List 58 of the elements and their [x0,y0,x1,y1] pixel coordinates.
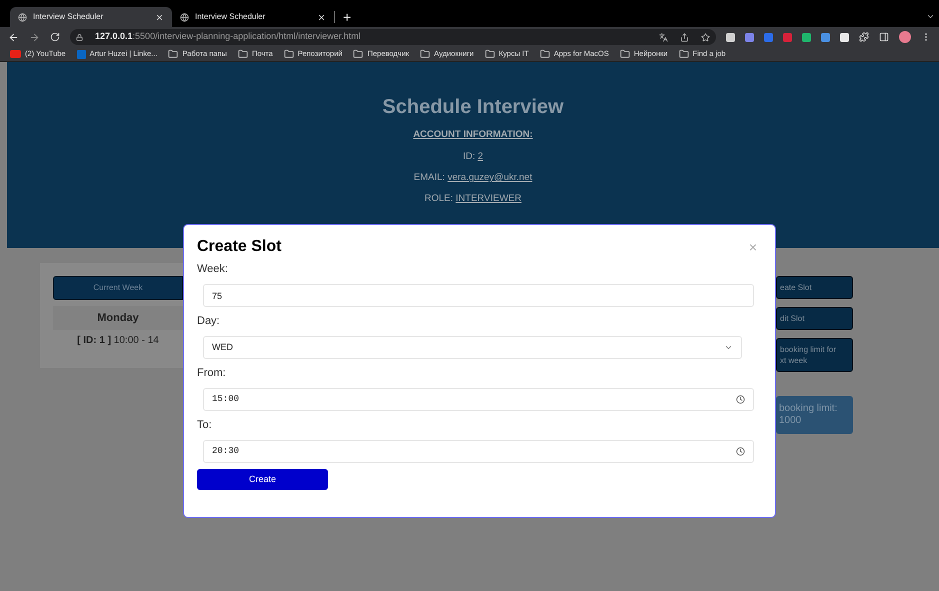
extension-icon[interactable] [726,32,735,42]
extension-icon[interactable] [802,32,811,42]
tab-title: Interview Scheduler [195,11,266,23]
new-tab-button[interactable]: + [335,7,360,27]
extension-icon[interactable] [840,32,849,42]
globe-icon [180,12,189,22]
folder-icon [540,49,550,59]
folder-icon [238,49,248,59]
action-button[interactable]: booking limit for xt week [776,338,853,372]
folder-icon [284,49,294,59]
week-field[interactable]: 75 [203,284,754,307]
back-icon[interactable] [8,32,19,42]
account-heading: ACCOUNT INFORMATION: [413,128,533,142]
share-icon[interactable] [680,32,689,42]
current-week-button[interactable]: Current Week [53,276,183,300]
lock-icon [76,34,83,40]
globe-icon [18,12,27,22]
caret-icon [724,343,733,352]
account-detail: ROLE: INTERVIEWER [424,193,522,206]
folder-icon [678,49,689,59]
time-field[interactable]: 15:00 [203,388,754,411]
account-detail: ID: 2 [462,151,484,164]
folder-icon [353,49,364,59]
browser-tab[interactable]: Interview Scheduler [10,7,172,27]
create-button[interactable]: Create [197,469,328,490]
translate-icon[interactable] [659,32,668,42]
page-title: Schedule Interview [382,95,564,120]
url-text: 127.0.0.1:5500/interview-planning-application/html/interviewer.html [95,30,362,44]
chevron-icon[interactable] [926,12,935,21]
account-detail: EMAIL: vera.guzey@ukr.net [414,172,532,184]
clock-icon [736,395,745,404]
forward-icon[interactable] [29,32,40,42]
folder-icon [420,49,430,59]
star-icon[interactable] [701,32,710,42]
clock-icon [736,447,745,456]
tab-title: Interview Scheduler [33,11,104,23]
profile-avatar[interactable] [899,31,911,43]
booking-limit-panel: booking limit: 1000 [776,396,853,434]
field-label: To: [197,418,213,433]
field-label: Day: [197,314,221,329]
field-label: From: [197,366,227,381]
puzzle-icon[interactable] [859,32,869,42]
reload-icon[interactable] [50,32,60,42]
folder-icon [620,49,630,59]
close-icon[interactable] [317,12,326,22]
close-icon[interactable] [155,12,164,22]
action-button[interactable]: eate Slot [776,276,853,299]
folder-icon [484,49,495,59]
time-field[interactable]: 20:30 [203,440,754,463]
column-header: Monday [53,306,183,330]
side-panel-icon[interactable] [879,32,889,42]
day-select[interactable]: WED [203,336,742,359]
dialog-title: Create Slot [197,237,282,257]
address-bar[interactable]: 127.0.0.1:5500/interview-planning-application/html/interviewer.html [70,29,716,45]
action-button[interactable]: dit Slot [776,307,853,330]
field-label: Week: [197,262,229,277]
folder-icon [168,49,178,59]
slot-cell-text: [ ID: 1 ] 10:00 - 14 [76,334,160,348]
